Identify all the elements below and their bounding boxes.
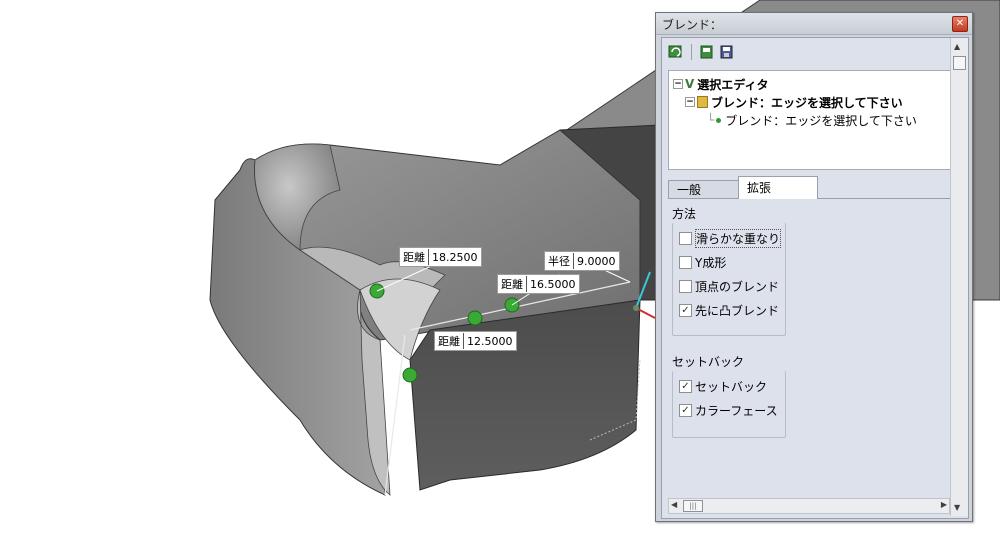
option-color-face[interactable]: ✓ カラーフェース	[679, 401, 778, 419]
checkbox-checked[interactable]: ✓	[679, 303, 692, 317]
checkbox-checked[interactable]: ✓	[679, 403, 692, 417]
dimension-label-distance-2[interactable]: 距離 16.5000	[497, 274, 580, 294]
option-y-shape[interactable]: Y成形	[679, 253, 726, 271]
collapse-icon[interactable]: −	[673, 79, 683, 89]
vertical-scrollbar[interactable]: ▲ ▼	[950, 38, 968, 516]
dimension-label-radius[interactable]: 半径 9.0000	[544, 251, 620, 271]
checkbox[interactable]	[679, 255, 692, 269]
method-group: 滑らかな重なり Y成形 頂点のブレンド ✓ 先に凸ブレンド	[672, 223, 786, 336]
dimension-value: 12.5000	[467, 334, 513, 348]
option-label: セットバック	[695, 379, 768, 394]
horizontal-scrollbar[interactable]: ◀ ||| ▶	[668, 498, 950, 514]
panel-title: ブレンド：	[662, 18, 723, 32]
selection-editor-icon: V	[685, 77, 695, 91]
dimension-name: 距離	[403, 249, 429, 265]
pick-point	[402, 367, 418, 383]
panel-content: − V 選択エディタ − ブレンド：エッジを選択して下さい └ ブレンド：エッジ…	[661, 37, 969, 519]
option-setback[interactable]: ✓ セットバック	[679, 377, 767, 395]
option-vertex-blend[interactable]: 頂点のブレンド	[679, 277, 779, 295]
dimension-value: 16.5000	[530, 277, 576, 291]
selection-tree[interactable]: − V 選択エディタ − ブレンド：エッジを選択して下さい └ ブレンド：エッジ…	[668, 70, 956, 170]
dimension-label-distance-1[interactable]: 距離 18.2500	[399, 247, 482, 267]
dimension-value: 18.2500	[432, 250, 478, 264]
tab-label: 一般	[677, 183, 702, 197]
axis-origin	[633, 305, 639, 311]
option-label: 頂点のブレンド	[695, 279, 780, 294]
scroll-left-icon[interactable]: ◀	[671, 500, 677, 509]
tree-node-label: 選択エディタ	[697, 77, 769, 92]
toolbar-separator	[691, 44, 692, 60]
panel-toolbar	[664, 40, 954, 64]
dimension-name: 半径	[548, 253, 574, 269]
edge-line	[384, 334, 406, 496]
scroll-right-icon[interactable]: ▶	[941, 500, 947, 509]
refresh-icon[interactable]	[668, 44, 684, 60]
dimension-value: 9.0000	[577, 254, 616, 268]
blend-panel: ブレンド： ✕ − V 選択エディタ − ブレンド：エッジを選択して下さい └ …	[655, 12, 973, 522]
tab-label: 拡張	[747, 181, 772, 195]
panel-titlebar[interactable]: ブレンド： ✕	[656, 13, 972, 35]
close-icon: ✕	[955, 18, 965, 29]
close-button[interactable]: ✕	[952, 16, 968, 32]
part-front-face	[409, 299, 641, 491]
scroll-down-icon[interactable]: ▼	[954, 503, 960, 512]
blend-folder-icon	[697, 96, 708, 108]
dimension-name: 距離	[438, 333, 464, 349]
collapse-icon[interactable]: −	[685, 97, 695, 107]
setback-group: ✓ セットバック ✓ カラーフェース	[672, 371, 786, 438]
tab-page-extended: 方法 滑らかな重なり Y成形 頂点のブレンド ✓ 先に凸ブレンド セットバック …	[668, 198, 954, 495]
tree-node-label: ブレンド：エッジを選択して下さい	[711, 95, 903, 110]
checkbox[interactable]	[679, 231, 692, 245]
scroll-thumb[interactable]	[953, 56, 966, 70]
tree-node-root[interactable]: − V 選択エディタ	[673, 75, 768, 93]
tab-general[interactable]: 一般	[668, 180, 742, 199]
tree-node-blend[interactable]: − ブレンド：エッジを選択して下さい	[685, 93, 903, 111]
tree-branch-line: └	[707, 113, 715, 127]
option-convex-first[interactable]: ✓ 先に凸ブレンド	[679, 301, 779, 319]
tree-node-blend-leaf[interactable]: └ ブレンド：エッジを選択して下さい	[707, 111, 917, 129]
checkbox[interactable]	[679, 279, 692, 293]
pick-point	[467, 310, 483, 326]
option-label: カラーフェース	[695, 403, 778, 418]
tab-strip: 一般 拡張	[668, 176, 954, 199]
dimension-label-distance-3[interactable]: 距離 12.5000	[434, 331, 517, 351]
save-icon[interactable]	[719, 44, 735, 60]
option-label: 滑らかな重なり	[695, 228, 782, 248]
option-smooth-overlap[interactable]: 滑らかな重なり	[679, 228, 782, 248]
method-group-title: 方法	[672, 207, 697, 221]
option-label: 先に凸ブレンド	[695, 303, 780, 318]
green-dot-icon	[716, 117, 722, 123]
new-icon[interactable]	[699, 44, 715, 60]
tab-extended[interactable]: 拡張	[738, 176, 818, 199]
tree-node-label: ブレンド：エッジを選択して下さい	[725, 113, 917, 128]
setback-group-title: セットバック	[672, 355, 745, 369]
dimension-name: 距離	[501, 276, 527, 292]
checkbox-checked[interactable]: ✓	[679, 379, 692, 393]
scroll-up-icon[interactable]: ▲	[954, 42, 960, 51]
scroll-thumb[interactable]: |||	[683, 500, 703, 512]
option-label: Y成形	[695, 255, 727, 270]
